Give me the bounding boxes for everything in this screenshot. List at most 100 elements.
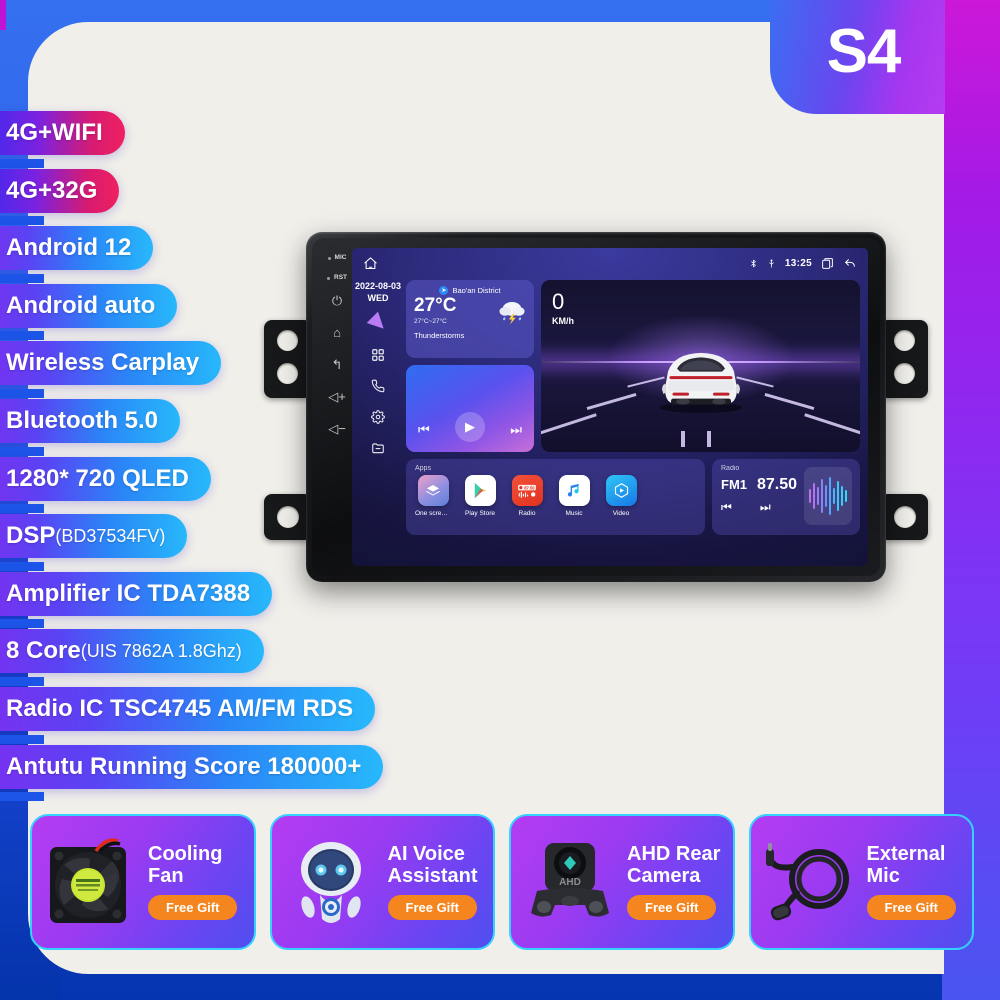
- gift-card-ai-voice[interactable]: AI Voice Assistant Free Gift: [269, 814, 495, 950]
- external-mic-image: [757, 829, 863, 935]
- mount-bracket-right-bottom: [880, 494, 928, 540]
- recents-icon[interactable]: [821, 257, 834, 270]
- driving-widget[interactable]: 0 KM/h: [541, 280, 860, 452]
- app-label: Play Store: [465, 510, 495, 517]
- spec-pill-dsp: DSP (BD37534FV): [0, 514, 188, 559]
- location-pin-icon: ➤: [439, 286, 449, 295]
- spec-pill-text: 8 Core: [6, 637, 81, 665]
- apps-widget[interactable]: Apps One screen in..: [406, 459, 705, 535]
- skip-previous-icon[interactable]: ⏮: [721, 500, 732, 515]
- widget-row-top: ➤ Bao'an District 27°C 27°C~27°C Thunder…: [406, 280, 860, 452]
- lane-marking-center: [706, 431, 711, 448]
- skip-next-icon[interactable]: ⏭: [510, 422, 522, 438]
- app-radio[interactable]: 87.50 Radio: [509, 475, 545, 517]
- lane-marking: [541, 413, 598, 439]
- spec-pill-subtext: (BD37534FV): [55, 525, 166, 546]
- spec-pill-text: 1280* 720 QLED: [6, 464, 189, 492]
- usb-icon: [767, 257, 776, 270]
- spec-pill-bluetooth: Bluetooth 5.0: [0, 398, 181, 443]
- touchscreen[interactable]: 13:25 2022-08-03 WED ➤ Bao'an District 2…: [352, 248, 868, 566]
- top-left-corner-accent: [0, 0, 6, 30]
- video-icon: [605, 475, 637, 506]
- layers-icon: [417, 475, 449, 506]
- spec-pill-row: Bluetooth 5.0: [0, 396, 420, 456]
- widget-row-bottom: Apps One screen in..: [406, 459, 860, 535]
- left-widget-column: ➤ Bao'an District 27°C 27°C~27°C Thunder…: [406, 280, 534, 452]
- spec-pill-text: Bluetooth 5.0: [6, 406, 159, 434]
- spec-pill-row: Android auto: [0, 281, 420, 341]
- thunderstorm-icon: [497, 298, 527, 326]
- app-play-store[interactable]: Play Store: [462, 475, 498, 517]
- lane-marking-center: [681, 431, 686, 448]
- free-gift-badge: Free Gift: [866, 895, 956, 921]
- gift-title: Cooling Fan: [148, 842, 223, 887]
- gift-title: AI Voice Assistant: [387, 842, 478, 887]
- spec-pill-text: Android auto: [6, 291, 156, 319]
- spec-pill-text: Radio IC TSC4745 AM/FM RDS: [6, 694, 354, 722]
- spec-pill-cpu: 8 Core (UIS 7862A 1.8Ghz): [0, 629, 264, 674]
- speed-value: 0: [552, 289, 565, 314]
- status-time: 13:25: [784, 257, 812, 269]
- back-icon[interactable]: [843, 257, 857, 270]
- speed-unit: KM/h: [552, 316, 574, 326]
- free-gift-badge: Free Gift: [148, 895, 238, 921]
- spec-pill-list: 4G+WIFI 4G+32G Android 12 Android auto W…: [0, 108, 420, 802]
- gift-text: Cooling Fan Free Gift: [144, 842, 244, 921]
- spec-pill-row: 1280* 720 QLED: [0, 454, 420, 514]
- gift-card-rear-camera[interactable]: AHD AHD Rear Camera Free Gift: [509, 814, 735, 950]
- spec-pill-row: 4G+WIFI: [0, 108, 420, 168]
- radio-icon: 87.50: [511, 475, 543, 506]
- spec-pill-resolution: 1280* 720 QLED: [0, 456, 211, 501]
- radio-widget[interactable]: Radio FM1 87.50 ⏮ ⏭: [712, 459, 860, 535]
- spec-pill-text: 4G+WIFI: [6, 119, 103, 146]
- model-badge-label: S4: [826, 16, 902, 86]
- spec-pill-android-auto: Android auto: [0, 283, 178, 328]
- skip-next-icon[interactable]: ⏭: [760, 500, 771, 515]
- home-content: ➤ Bao'an District 27°C 27°C~27°C Thunder…: [406, 280, 860, 558]
- gift-card-cooling-fan[interactable]: Cooling Fan Free Gift: [30, 814, 256, 950]
- spec-pill-4g-32g: 4G+32G: [0, 168, 120, 213]
- speedometer: 0 KM/h: [552, 289, 574, 327]
- media-player-widget[interactable]: ⏮ ▶ ⏭: [406, 365, 534, 452]
- free-gift-badge: Free Gift: [627, 895, 717, 921]
- gift-card-external-mic[interactable]: External Mic Free Gift: [748, 814, 974, 950]
- play-store-icon: [464, 475, 496, 506]
- app-label: One screen in..: [415, 510, 451, 517]
- cooling-fan-image: [38, 829, 144, 935]
- play-icon[interactable]: ▶: [455, 412, 485, 442]
- rear-camera-image: AHD: [517, 829, 623, 935]
- app-label: Radio: [518, 510, 536, 517]
- spec-pill-4g-wifi: 4G+WIFI: [0, 111, 125, 155]
- status-bar-right: 13:25: [749, 257, 857, 270]
- svg-text:87.50: 87.50: [524, 485, 535, 490]
- spec-pill-row: Antutu Running Score 180000+: [0, 742, 420, 802]
- lane-marking: [803, 413, 860, 439]
- weather-condition: Thunderstorms: [414, 331, 465, 340]
- music-note-icon: [558, 475, 590, 506]
- spec-pill-row: Radio IC TSC4745 AM/FM RDS: [0, 684, 420, 744]
- mount-bracket-right-top: [880, 320, 928, 398]
- app-label: Music: [565, 510, 583, 517]
- gift-text: AI Voice Assistant Free Gift: [384, 842, 484, 921]
- free-gift-badge: Free Gift: [387, 895, 477, 921]
- bracket-hole: [894, 363, 915, 384]
- radio-waveform: [804, 467, 852, 525]
- radio-frequency: 87.50: [757, 476, 798, 493]
- weather-location: Bao'an District: [452, 286, 501, 295]
- ai-robot-image: [278, 829, 384, 935]
- model-badge: S4: [770, 0, 945, 114]
- app-one-screen[interactable]: One screen in..: [415, 475, 451, 517]
- app-video[interactable]: Video: [603, 475, 639, 517]
- spec-pill-row: Amplifier IC TDA7388: [0, 569, 420, 629]
- spec-pill-text: Android 12: [6, 234, 132, 262]
- app-icon-row: One screen in..: [415, 475, 696, 517]
- spec-pill-text: Antutu Running Score 180000+: [6, 752, 362, 780]
- spec-pill-text: Wireless Carplay: [6, 349, 200, 377]
- spec-pill-amplifier: Amplifier IC TDA7388: [0, 571, 273, 616]
- weather-widget[interactable]: ➤ Bao'an District 27°C 27°C~27°C Thunder…: [406, 280, 534, 358]
- svg-text:AHD: AHD: [559, 877, 581, 888]
- spec-pill-row: Android 12: [0, 223, 420, 283]
- car-illustration: [641, 342, 761, 414]
- gift-title: AHD Rear Camera: [627, 842, 721, 887]
- app-music[interactable]: Music: [556, 475, 592, 517]
